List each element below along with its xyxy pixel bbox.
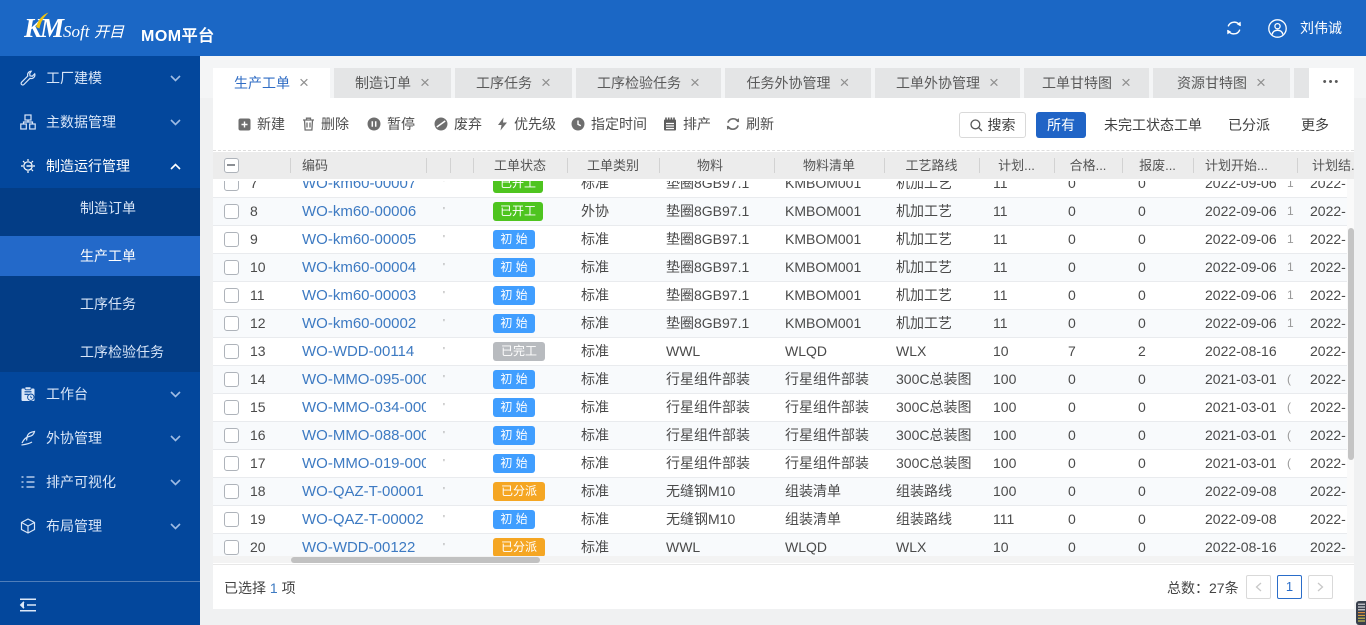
svg-text:Soft: Soft: [63, 22, 91, 41]
svg-text:KM: KM: [24, 13, 65, 43]
svg-text:开目: 开目: [94, 24, 125, 41]
